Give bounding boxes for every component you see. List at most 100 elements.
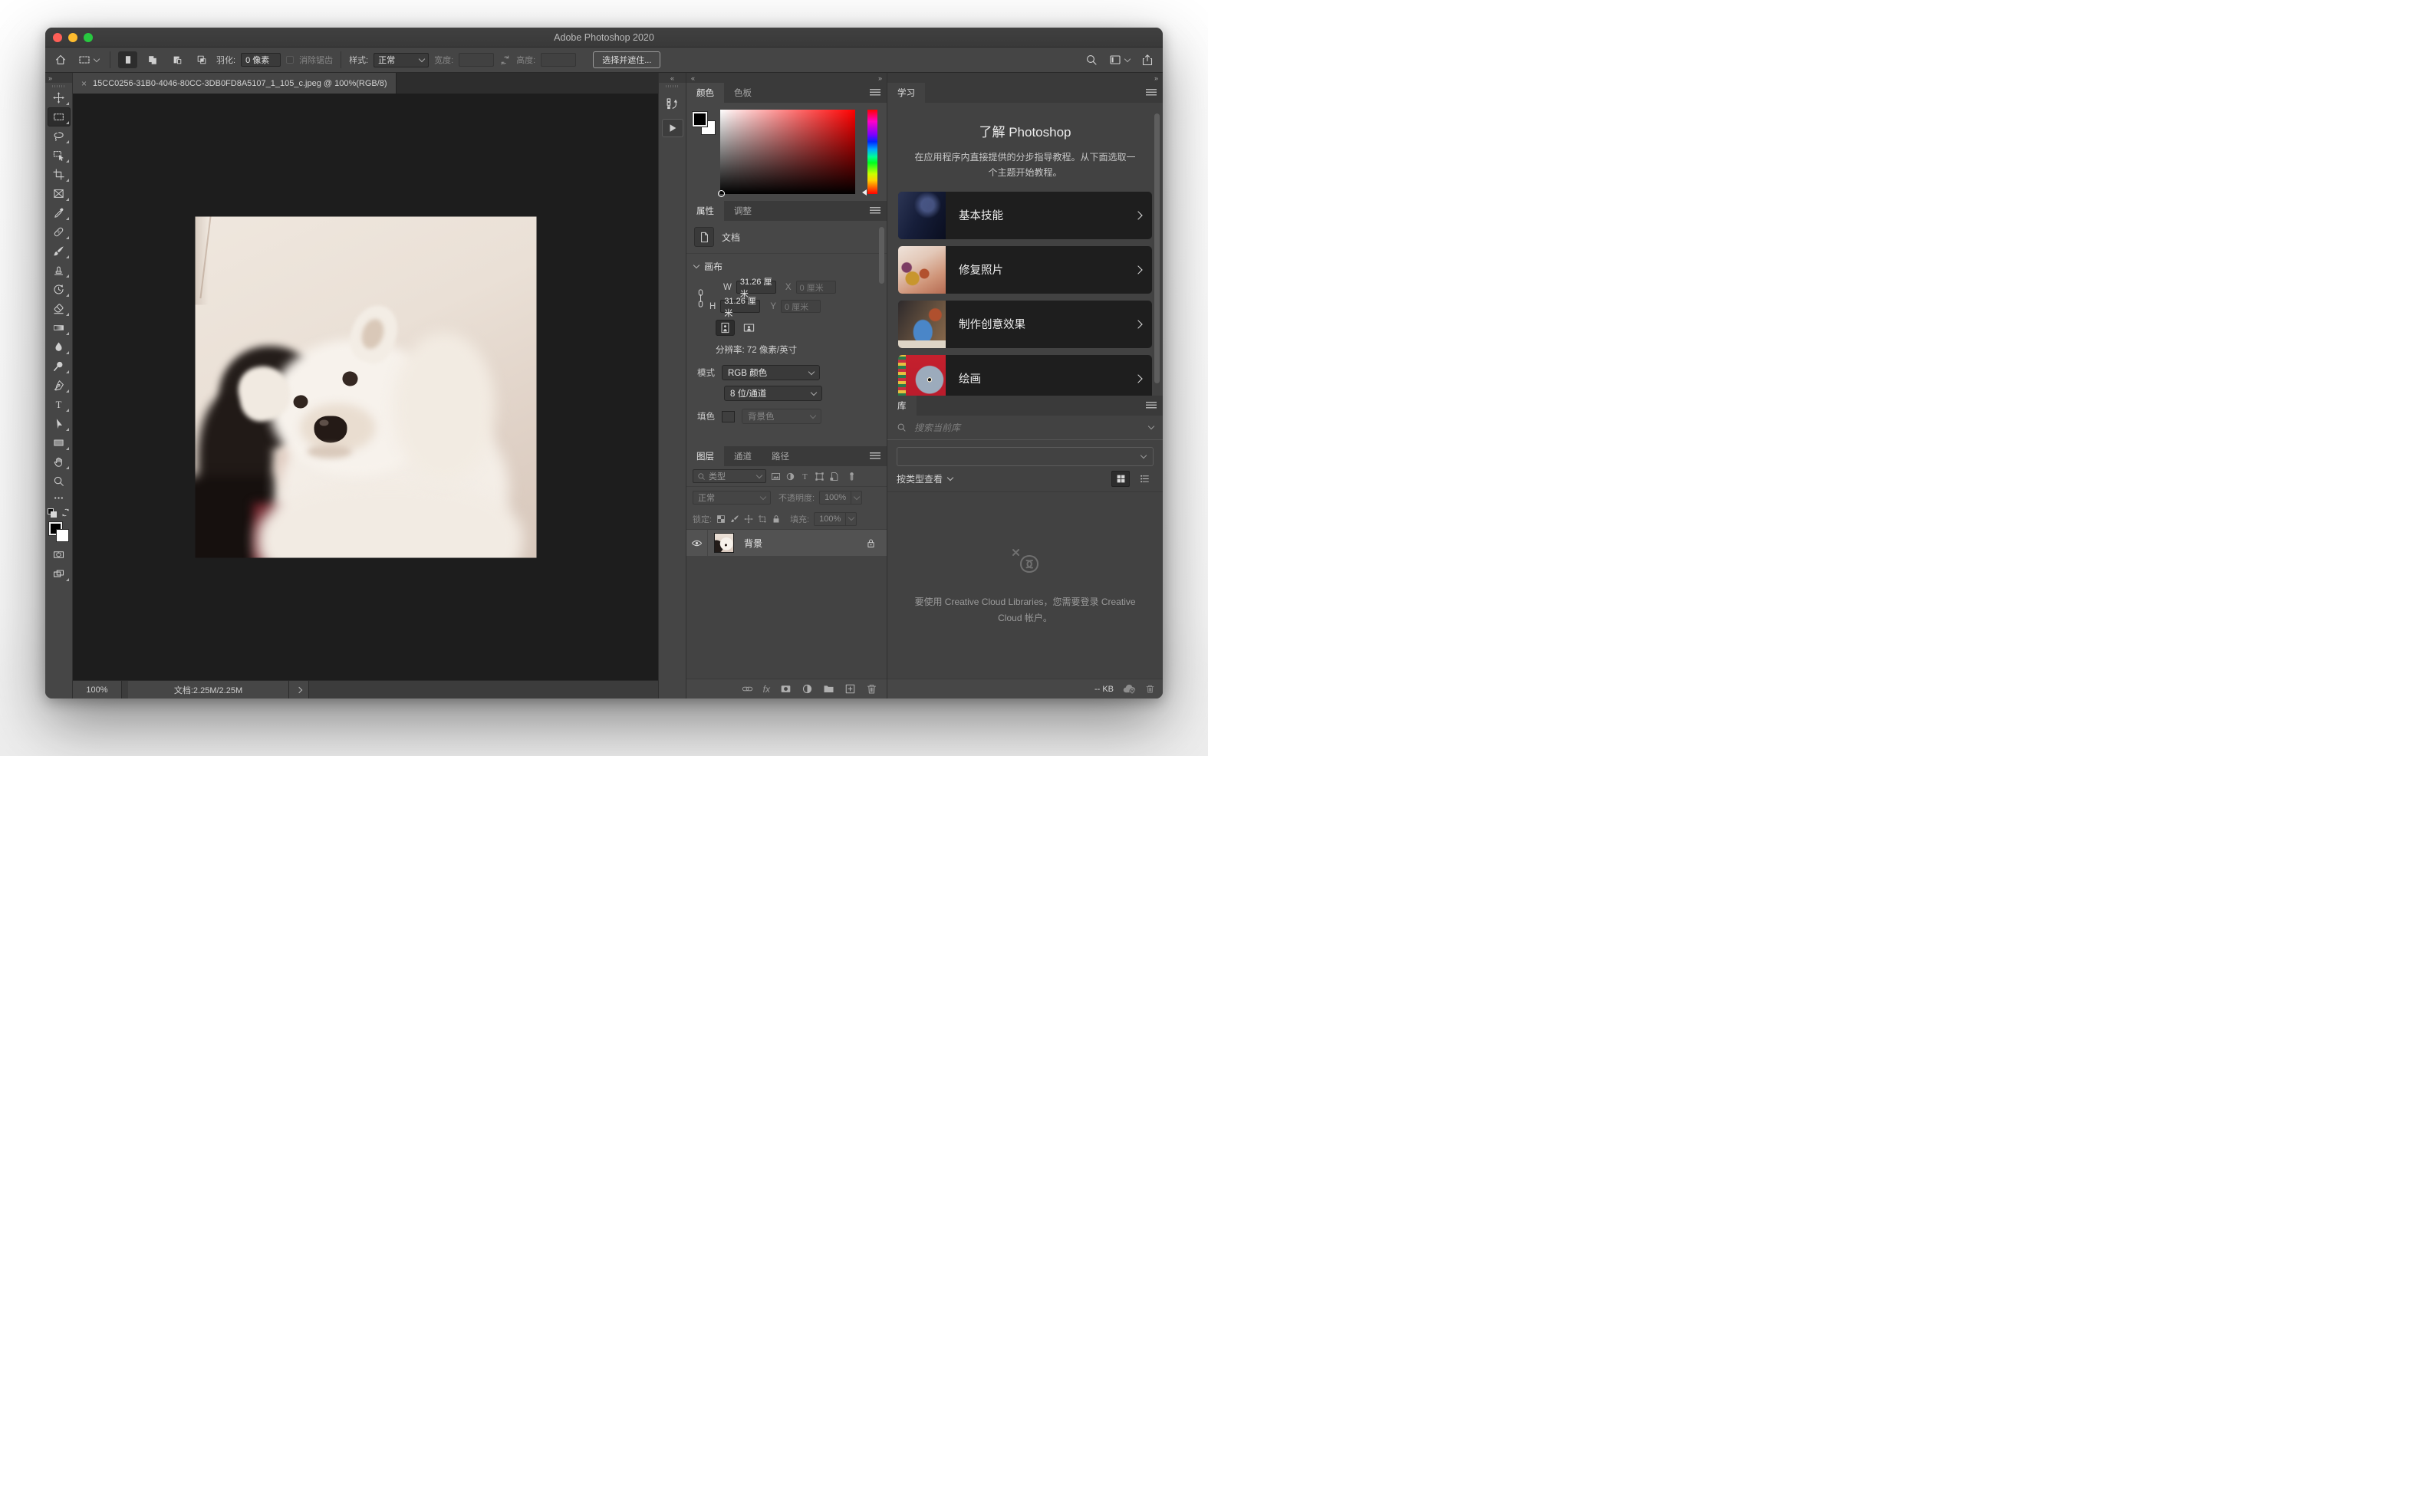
new-layer-icon[interactable] — [844, 683, 856, 695]
canvas-section-chevron-icon[interactable] — [693, 262, 699, 268]
layer-row-background[interactable]: 背景 — [686, 530, 887, 556]
actions-panel-icon[interactable] — [662, 119, 683, 137]
minimize-window-button[interactable] — [68, 33, 77, 42]
intersect-selection-button[interactable] — [192, 51, 211, 68]
lock-artboard-icon[interactable] — [758, 514, 767, 524]
learn-panel-menu-icon[interactable] — [1146, 89, 1157, 97]
hue-slider[interactable] — [867, 110, 877, 194]
home-button[interactable] — [51, 51, 70, 69]
library-select[interactable] — [897, 447, 1154, 466]
tutorial-card-retouch-photos[interactable]: 修复照片 — [898, 246, 1152, 294]
width-input[interactable] — [459, 53, 494, 67]
landscape-orientation-button[interactable] — [739, 320, 759, 336]
frame-tool[interactable] — [48, 184, 71, 203]
eraser-tool[interactable] — [48, 299, 71, 318]
canvas-x-input[interactable]: 0 厘米 — [796, 281, 836, 294]
filter-shape-layers-icon[interactable] — [815, 472, 825, 482]
color-panel-menu-icon[interactable] — [870, 89, 880, 97]
document-sizes[interactable]: 文档:2.25M/2.25M — [128, 681, 289, 698]
canvas-width-input[interactable]: 31.26 厘米 — [736, 281, 776, 294]
fill-select[interactable]: 背景色 — [742, 409, 821, 424]
crop-tool[interactable] — [48, 165, 71, 184]
height-input[interactable] — [541, 53, 576, 67]
lock-image-icon[interactable] — [730, 514, 739, 524]
cloud-sync-disabled-icon[interactable] — [1123, 684, 1136, 695]
filter-smart-objects-icon[interactable] — [829, 472, 839, 482]
toolbar-grip[interactable] — [52, 85, 66, 87]
collapse-to-icons-icon[interactable] — [878, 74, 882, 82]
hand-tool[interactable] — [48, 452, 71, 472]
collapse-toolbar-icon[interactable] — [48, 74, 52, 82]
tab-swatches[interactable]: 色板 — [724, 83, 762, 103]
quick-mask-mode-button[interactable] — [48, 545, 71, 564]
delete-library-item-icon[interactable] — [1145, 684, 1155, 694]
edit-toolbar-icon[interactable] — [48, 491, 71, 505]
foreground-background-swatches[interactable] — [49, 522, 69, 542]
tab-channels[interactable]: 通道 — [724, 446, 762, 466]
filter-pixel-layers-icon[interactable] — [771, 472, 781, 482]
canvas-y-input[interactable]: 0 厘米 — [781, 300, 821, 313]
layer-name[interactable]: 背景 — [744, 537, 866, 550]
tab-properties[interactable]: 属性 — [686, 201, 724, 221]
layer-fill-input[interactable]: 100% — [814, 512, 857, 526]
tutorial-card-creative-effects[interactable]: 制作创意效果 — [898, 301, 1152, 348]
rectangular-marquee-tool[interactable] — [48, 107, 71, 127]
antialias-checkbox[interactable] — [286, 56, 294, 64]
default-colors-icon[interactable] — [48, 508, 57, 518]
bit-depth-select[interactable]: 8 位/通道 — [724, 386, 822, 401]
link-layers-icon[interactable] — [742, 683, 753, 695]
select-and-mask-button[interactable]: 选择并遮住... — [593, 51, 660, 68]
color-foreground-swatch[interactable] — [693, 112, 707, 127]
properties-panel-menu-icon[interactable] — [870, 207, 880, 215]
tab-color[interactable]: 颜色 — [686, 83, 724, 103]
fill-color-swatch[interactable] — [722, 411, 735, 422]
tutorial-card-painting[interactable]: 绘画 — [898, 355, 1152, 396]
dodge-tool[interactable] — [48, 357, 71, 376]
delete-layer-icon[interactable] — [866, 683, 877, 695]
status-expand-icon[interactable] — [289, 681, 309, 698]
screen-mode-button[interactable] — [48, 564, 71, 583]
tool-preset-marquee-icon[interactable] — [75, 51, 102, 69]
search-icon[interactable] — [1082, 51, 1101, 69]
filter-adjustment-layers-icon[interactable] — [785, 472, 795, 482]
path-selection-tool[interactable] — [48, 414, 71, 433]
share-icon[interactable] — [1138, 51, 1157, 69]
search-scope-chevron-icon[interactable] — [1148, 423, 1154, 429]
tab-libraries[interactable]: 库 — [887, 396, 917, 416]
clone-stamp-tool[interactable] — [48, 261, 71, 280]
tab-learn[interactable]: 学习 — [887, 83, 925, 103]
swap-dimensions-icon[interactable] — [499, 54, 511, 66]
feather-input[interactable]: 0 像素 — [241, 53, 281, 67]
properties-scrollbar[interactable] — [879, 227, 884, 284]
new-adjustment-layer-icon[interactable] — [801, 683, 813, 695]
blend-mode-select[interactable]: 正常 — [693, 491, 771, 505]
pen-tool[interactable] — [48, 376, 71, 395]
collapse-learn-column-icon[interactable] — [1154, 74, 1158, 82]
tab-adjustments[interactable]: 调整 — [724, 201, 762, 221]
view-by-type-chevron-icon[interactable] — [947, 475, 953, 481]
history-panel-icon[interactable] — [662, 94, 683, 113]
grid-view-button[interactable] — [1111, 471, 1130, 487]
list-view-button[interactable] — [1135, 471, 1154, 487]
lasso-tool[interactable] — [48, 127, 71, 146]
rectangle-tool[interactable] — [48, 433, 71, 452]
zoom-window-button[interactable] — [84, 33, 93, 42]
canvas-image[interactable] — [195, 216, 536, 557]
layer-lock-icon[interactable] — [866, 538, 876, 548]
filter-type-layers-icon[interactable]: T — [800, 472, 810, 482]
workspace-switcher-icon[interactable] — [1106, 51, 1133, 69]
tutorial-card-basic-skills[interactable]: 基本技能 — [898, 192, 1152, 239]
opacity-input[interactable]: 100% — [819, 491, 862, 505]
close-window-button[interactable] — [53, 33, 62, 42]
history-brush-tool[interactable] — [48, 280, 71, 299]
gradient-tool[interactable] — [48, 318, 71, 337]
view-by-type-label[interactable]: 按类型查看 — [897, 472, 943, 485]
dock-grip[interactable] — [666, 85, 680, 87]
hue-marker[interactable] — [862, 189, 867, 196]
layer-visibility-toggle[interactable] — [686, 530, 708, 556]
type-tool[interactable]: T — [48, 395, 71, 414]
portrait-orientation-button[interactable] — [716, 320, 735, 336]
spot-healing-brush-tool[interactable] — [48, 222, 71, 242]
saturation-field[interactable] — [720, 110, 855, 194]
canvas-height-input[interactable]: 31.26 厘米 — [720, 300, 760, 313]
